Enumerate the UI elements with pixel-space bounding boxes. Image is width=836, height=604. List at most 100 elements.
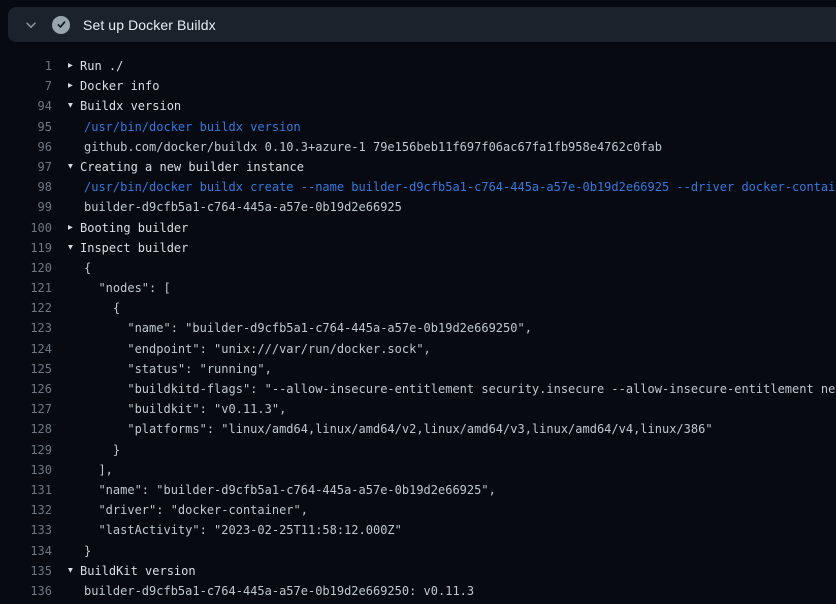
log-text: "name": "builder-d9cfb5a1-c764-445a-a57e… — [68, 480, 836, 500]
log-group-header[interactable]: ▼BuildKit version — [68, 561, 836, 581]
line-number[interactable]: 135 — [0, 561, 52, 581]
log-group-header[interactable]: ▶Booting builder — [68, 218, 836, 238]
log-line: 126 "buildkitd-flags": "--allow-insecure… — [0, 379, 836, 399]
line-number[interactable]: 130 — [0, 460, 52, 480]
log-text: "platforms": "linux/amd64,linux/amd64/v2… — [68, 419, 836, 439]
log-line: 97 ▼Creating a new builder instance — [0, 157, 836, 177]
log-line: 95/usr/bin/docker buildx version — [0, 117, 836, 137]
line-number[interactable]: 120 — [0, 258, 52, 278]
line-number[interactable]: 127 — [0, 399, 52, 419]
line-number[interactable]: 121 — [0, 278, 52, 298]
line-number[interactable]: 124 — [0, 339, 52, 359]
log-text: builder-d9cfb5a1-c764-445a-a57e-0b19d2e6… — [68, 197, 836, 217]
line-number[interactable]: 129 — [0, 440, 52, 460]
log-text: "buildkit": "v0.11.3", — [68, 399, 836, 419]
log-text: "nodes": [ — [68, 278, 836, 298]
log-line: 100 ▶Booting builder — [0, 218, 836, 238]
line-number[interactable]: 132 — [0, 500, 52, 520]
triangle-right-icon[interactable]: ▶ — [68, 56, 80, 76]
log-line: 133 "lastActivity": "2023-02-25T11:58:12… — [0, 520, 836, 540]
log-text: builder-d9cfb5a1-c764-445a-a57e-0b19d2e6… — [68, 581, 836, 601]
line-number[interactable]: 97 — [0, 157, 52, 177]
line-number[interactable]: 7 — [0, 76, 52, 96]
group-title: Buildx version — [80, 96, 181, 116]
line-number[interactable]: 126 — [0, 379, 52, 399]
log-line: 1 ▶Run ./ — [0, 56, 836, 76]
step-title: Set up Docker Buildx — [83, 17, 216, 33]
triangle-right-icon[interactable]: ▶ — [68, 218, 80, 238]
log-line: 94 ▼Buildx version — [0, 96, 836, 116]
triangle-down-icon[interactable]: ▼ — [68, 96, 80, 116]
line-number[interactable]: 119 — [0, 238, 52, 258]
chevron-down-icon[interactable] — [23, 17, 39, 33]
triangle-down-icon[interactable]: ▼ — [68, 238, 80, 258]
log-line: 125 "status": "running", — [0, 359, 836, 379]
log-group-header[interactable]: ▶Docker info — [68, 76, 836, 96]
log-text: } — [68, 541, 836, 561]
log-line: 121 "nodes": [ — [0, 278, 836, 298]
status-check-icon — [52, 16, 70, 34]
line-number[interactable]: 94 — [0, 96, 52, 116]
triangle-right-icon[interactable]: ▶ — [68, 76, 80, 96]
log-line: 123 "name": "builder-d9cfb5a1-c764-445a-… — [0, 318, 836, 338]
triangle-down-icon[interactable]: ▼ — [68, 561, 80, 581]
log-text: "name": "builder-d9cfb5a1-c764-445a-a57e… — [68, 318, 836, 338]
log-text: { — [68, 298, 836, 318]
line-number[interactable]: 1 — [0, 56, 52, 76]
group-title: BuildKit version — [80, 561, 196, 581]
line-number[interactable]: 100 — [0, 218, 52, 238]
log-text: } — [68, 440, 836, 460]
line-number[interactable]: 134 — [0, 541, 52, 561]
log-line: 129 } — [0, 440, 836, 460]
log-line: 134} — [0, 541, 836, 561]
line-number[interactable]: 96 — [0, 137, 52, 157]
log-group-header[interactable]: ▼Inspect builder — [68, 238, 836, 258]
log-line: 99 builder-d9cfb5a1-c764-445a-a57e-0b19d2… — [0, 197, 836, 217]
line-number[interactable]: 122 — [0, 298, 52, 318]
group-title: Booting builder — [80, 218, 188, 238]
log-group-header[interactable]: ▶Run ./ — [68, 56, 836, 76]
log-text: "status": "running", — [68, 359, 836, 379]
log-line: 98/usr/bin/docker buildx create --name b… — [0, 177, 836, 197]
log-text: { — [68, 258, 836, 278]
log-line: 128 "platforms": "linux/amd64,linux/amd6… — [0, 419, 836, 439]
group-title: Run ./ — [80, 56, 123, 76]
line-number[interactable]: 125 — [0, 359, 52, 379]
log-line: 127 "buildkit": "v0.11.3", — [0, 399, 836, 419]
log-group-header[interactable]: ▼Creating a new builder instance — [68, 157, 836, 177]
triangle-down-icon[interactable]: ▼ — [68, 157, 80, 177]
log-command-text: /usr/bin/docker buildx version — [68, 117, 836, 137]
log-command-text: /usr/bin/docker buildx create --name bui… — [68, 177, 836, 197]
log-line: 131 "name": "builder-d9cfb5a1-c764-445a-… — [0, 480, 836, 500]
log-line: 7 ▶Docker info — [0, 76, 836, 96]
line-number[interactable]: 133 — [0, 520, 52, 540]
log-line: 136 builder-d9cfb5a1-c764-445a-a57e-0b19d… — [0, 581, 836, 601]
log-text: "driver": "docker-container", — [68, 500, 836, 520]
group-title: Docker info — [80, 76, 159, 96]
log-text: ], — [68, 460, 836, 480]
line-number[interactable]: 128 — [0, 419, 52, 439]
line-number[interactable]: 136 — [0, 581, 52, 601]
log-line: 130 ], — [0, 460, 836, 480]
line-number[interactable]: 98 — [0, 177, 52, 197]
log-line: 120 { — [0, 258, 836, 278]
line-number[interactable]: 131 — [0, 480, 52, 500]
log-line: 132 "driver": "docker-container", — [0, 500, 836, 520]
line-number[interactable]: 123 — [0, 318, 52, 338]
line-number[interactable]: 95 — [0, 117, 52, 137]
log-output: 1▶Run ./7▶Docker info94▼Buildx version95… — [0, 56, 836, 601]
log-group-header[interactable]: ▼Buildx version — [68, 96, 836, 116]
log-text: "buildkitd-flags": "--allow-insecure-ent… — [68, 379, 836, 399]
step-header[interactable]: Set up Docker Buildx — [8, 7, 836, 42]
group-title: Inspect builder — [80, 238, 188, 258]
log-line: 122 { — [0, 298, 836, 318]
log-line: 124 "endpoint": "unix:///var/run/docker.… — [0, 339, 836, 359]
log-line: 96 github.com/docker/buildx 0.10.3+azure-… — [0, 137, 836, 157]
log-line: 135 ▼BuildKit version — [0, 561, 836, 581]
log-text: github.com/docker/buildx 0.10.3+azure-1 … — [68, 137, 836, 157]
log-text: "endpoint": "unix:///var/run/docker.sock… — [68, 339, 836, 359]
group-title: Creating a new builder instance — [80, 157, 304, 177]
line-number[interactable]: 99 — [0, 197, 52, 217]
log-line: 119 ▼Inspect builder — [0, 238, 836, 258]
log-text: "lastActivity": "2023-02-25T11:58:12.000… — [68, 520, 836, 540]
